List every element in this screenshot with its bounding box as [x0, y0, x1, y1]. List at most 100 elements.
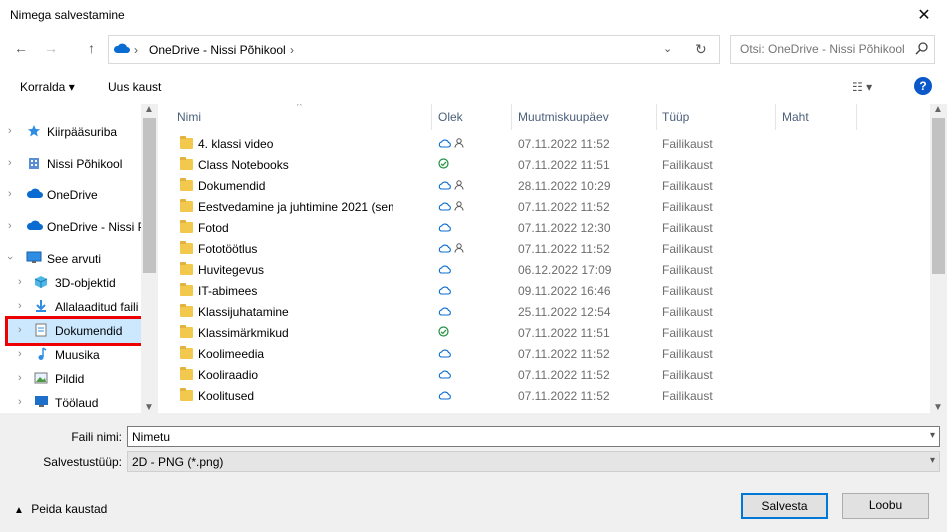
folder-icon — [180, 220, 193, 233]
folder-icon — [180, 325, 193, 338]
help-icon[interactable]: ? — [914, 77, 932, 95]
table-row[interactable]: 4. klassi video 07.11.2022 11:52 Failikau… — [163, 134, 930, 155]
filetype-label: Salvestustüüp: — [43, 455, 122, 469]
table-row[interactable]: Koolitused 07.11.2022 11:52 Failikaust — [163, 386, 930, 407]
file-name: Koolitused — [198, 389, 255, 403]
cloud-icon — [26, 188, 43, 198]
chevron-right-icon[interactable]: › — [8, 220, 12, 232]
document-icon — [35, 323, 47, 337]
chevron-right-icon[interactable]: › — [18, 396, 22, 408]
column-header-type[interactable]: Tüüp — [657, 104, 775, 130]
cloud-icon — [438, 347, 451, 361]
chevron-right-icon[interactable]: › — [18, 348, 22, 360]
scroll-up-icon[interactable]: ▲ — [144, 104, 154, 115]
close-icon[interactable]: ✕ — [901, 0, 947, 30]
scrollbar-thumb[interactable] — [143, 118, 156, 273]
modified-date: 07.11.2022 11:52 — [518, 242, 610, 256]
folder-icon — [180, 199, 193, 212]
table-row[interactable]: Eestvedamine ja juhtimine 2021 (seminar.… — [163, 197, 930, 218]
table-row[interactable]: Huvitegevus 06.12.2022 17:09 Failikaust — [163, 260, 930, 281]
modified-date: 07.11.2022 11:51 — [518, 326, 610, 340]
building-icon — [29, 158, 39, 169]
nav-label: OneDrive - Nissi P — [47, 220, 146, 234]
save-button[interactable]: Salvesta — [741, 493, 828, 519]
scrollbar-thumb[interactable] — [932, 118, 945, 274]
file-name: 4. klassi video — [198, 137, 274, 151]
file-type: Failikaust — [662, 263, 713, 277]
back-icon[interactable]: ← — [14, 40, 28, 56]
table-row[interactable]: Kooliraadio 07.11.2022 11:52 Failikaust — [163, 365, 930, 386]
column-header-status[interactable]: Olek — [432, 104, 511, 130]
hide-folders-button[interactable]: ▲ Peida kaustad — [14, 502, 107, 516]
scroll-down-icon[interactable]: ▼ — [144, 402, 154, 413]
new-folder-button[interactable]: Uus kaust — [108, 80, 161, 94]
chevron-down-icon[interactable]: › — [4, 256, 16, 260]
music-icon — [38, 347, 47, 360]
file-name: Dokumendid — [198, 179, 266, 193]
synced-check-icon — [438, 326, 449, 340]
modified-date: 07.11.2022 11:51 — [518, 158, 610, 172]
forward-icon[interactable]: → — [44, 40, 58, 56]
desktop-icon — [35, 396, 48, 407]
file-name: Klassijuhatamine — [198, 305, 289, 319]
modified-date: 28.11.2022 10:29 — [518, 179, 611, 193]
column-divider[interactable] — [856, 104, 857, 130]
modified-date: 07.11.2022 11:52 — [518, 200, 610, 214]
table-row[interactable]: Klassimärkmikud 07.11.2022 11:51 Failikaus… — [163, 323, 930, 344]
table-row[interactable]: Dokumendid 28.11.2022 10:29 Failikaust — [163, 176, 930, 197]
chevron-right-icon[interactable]: › — [18, 324, 22, 336]
cloud-icon — [438, 284, 451, 298]
up-icon[interactable]: ↑ — [88, 40, 95, 56]
file-name: IT-abimees — [198, 284, 258, 298]
table-row[interactable]: Fototöötlus 07.11.2022 11:52 Failikaust — [163, 239, 930, 260]
chevron-right-icon[interactable]: › — [18, 276, 22, 288]
view-options-icon[interactable]: ☷ ▾ — [852, 80, 872, 94]
cloud-shared-icon — [438, 200, 464, 214]
folder-icon — [180, 388, 193, 401]
cube-icon — [34, 276, 48, 288]
navigation-pane: › Kiirpääsuriba › Nissi Põhikool › OneDr… — [0, 104, 158, 413]
breadcrumb-separator[interactable]: › — [290, 43, 294, 57]
table-row[interactable]: Klassijuhatamine 25.11.2022 12:54 Failikau… — [163, 302, 930, 323]
breadcrumb-separator[interactable]: › — [134, 43, 138, 57]
folder-icon — [180, 262, 193, 275]
search-box[interactable] — [730, 35, 935, 64]
organize-button[interactable]: Korralda ▾ — [20, 80, 75, 94]
search-input[interactable] — [740, 42, 910, 56]
picture-icon — [34, 372, 48, 384]
nav-label: Pildid — [55, 372, 85, 386]
table-row[interactable]: Class Notebooks 07.11.2022 11:51 Failikaus… — [163, 155, 930, 176]
nav-scrollbar[interactable]: ▲ ▼ — [141, 104, 158, 413]
chevron-right-icon[interactable]: › — [8, 188, 12, 200]
chevron-right-icon[interactable]: › — [18, 372, 22, 384]
refresh-icon[interactable]: ↻ — [695, 41, 707, 58]
table-row[interactable]: IT-abimees 09.11.2022 16:46 Failikaust — [163, 281, 930, 302]
file-name: Koolimeedia — [198, 347, 265, 361]
command-bar: Korralda ▾ Uus kaust ☷ ▾ ? — [0, 70, 947, 104]
cancel-button[interactable]: Loobu — [842, 493, 929, 519]
column-header-name[interactable]: Nimi — [163, 104, 431, 130]
filetype-select[interactable]: 2D - PNG (*.png) ▾ — [127, 451, 940, 472]
scroll-up-icon[interactable]: ▲ — [933, 104, 943, 115]
chevron-down-icon[interactable]: ▾ — [930, 430, 935, 441]
table-row[interactable]: Fotod 07.11.2022 12:30 Failikaust — [163, 218, 930, 239]
filename-input[interactable] — [132, 430, 912, 444]
file-type: Failikaust — [662, 137, 713, 151]
chevron-down-icon[interactable]: ⌄ — [663, 42, 672, 55]
folder-icon — [180, 283, 193, 296]
column-header-modified[interactable]: Muutmiskuupäev — [512, 104, 656, 130]
chevron-right-icon[interactable]: › — [8, 157, 12, 169]
nav-label: Kiirpääsuriba — [47, 125, 118, 139]
chevron-right-icon[interactable]: › — [8, 125, 12, 137]
address-bar[interactable]: › OneDrive - Nissi Põhikool › ⌄ ↻ — [108, 35, 720, 64]
breadcrumb[interactable]: OneDrive - Nissi Põhikool — [149, 43, 286, 57]
search-icon[interactable] — [915, 42, 928, 55]
file-list-scrollbar[interactable]: ▲ ▼ — [930, 104, 947, 413]
scroll-down-icon[interactable]: ▼ — [933, 402, 943, 413]
chevron-right-icon[interactable]: › — [18, 300, 22, 312]
modified-date: 25.11.2022 12:54 — [518, 305, 611, 319]
table-row[interactable]: Koolimeedia 07.11.2022 11:52 Failikaust — [163, 344, 930, 365]
filename-combobox[interactable]: ▾ — [127, 426, 940, 447]
chevron-down-icon[interactable]: ▾ — [930, 455, 935, 466]
column-header-size[interactable]: Maht — [776, 104, 856, 130]
